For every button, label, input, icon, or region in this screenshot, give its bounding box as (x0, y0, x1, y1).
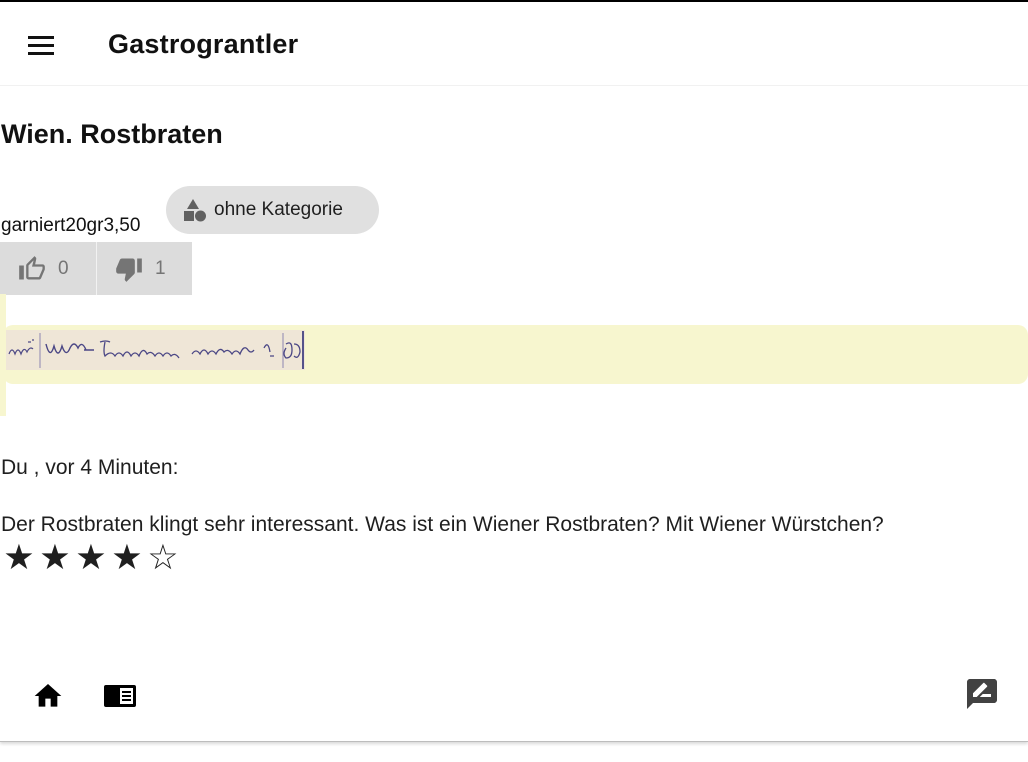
vote-button-group: 0 1 (0, 242, 192, 295)
comment-text: Der Rostbraten klingt sehr interessant. … (1, 513, 884, 536)
top-app-bar: Gastrograntler (0, 2, 1028, 86)
star-filled-icon[interactable]: ★ (73, 540, 109, 576)
feedback-icon[interactable] (964, 676, 1000, 712)
app-title: Gastrograntler (108, 29, 299, 59)
downvote-count: 1 (155, 257, 166, 279)
comment-meta: Du , vor 4 Minuten: (1, 456, 179, 479)
upvote-button[interactable]: 0 (0, 242, 96, 295)
upvote-count: 0 (58, 257, 69, 279)
dish-description: garniert20gr3,50 (1, 215, 141, 236)
home-icon[interactable] (32, 680, 64, 712)
app-window: Gastrograntler Wien. Rostbraten garniert… (0, 0, 1028, 742)
category-chip[interactable]: ohne Kategorie (166, 186, 379, 234)
star-filled-icon[interactable]: ★ (109, 540, 145, 576)
dish-title: Wien. Rostbraten (1, 119, 223, 149)
menu-scan-image (6, 330, 305, 370)
downvote-button[interactable]: 1 (96, 242, 192, 295)
menu-book-icon[interactable] (102, 680, 138, 712)
thumb-down-icon (116, 258, 142, 282)
menu-icon[interactable] (26, 32, 56, 58)
star-filled-icon[interactable]: ★ (1, 540, 37, 576)
star-rating[interactable]: ★ ★ ★ ★ ☆ (1, 540, 181, 576)
bottom-navigation (0, 662, 1028, 732)
star-filled-icon[interactable]: ★ (37, 540, 73, 576)
category-shapes-icon (184, 199, 206, 222)
thumb-up-icon (19, 255, 45, 279)
star-empty-icon[interactable]: ☆ (145, 540, 181, 576)
category-chip-label: ohne Kategorie (214, 199, 343, 220)
